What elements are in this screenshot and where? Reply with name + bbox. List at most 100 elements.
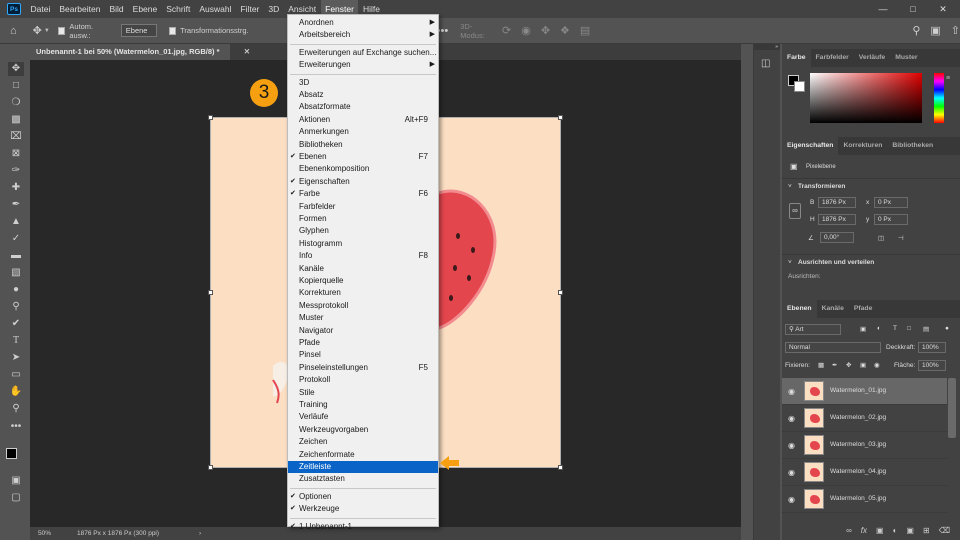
lock-artboard-icon[interactable]: ▣	[860, 361, 866, 369]
transform-handle[interactable]	[558, 465, 563, 470]
opacity-field[interactable]: 100%	[918, 342, 946, 353]
menu-item-farbe[interactable]: ✔ Farbe F6	[288, 188, 438, 200]
frame-tool-icon[interactable]: ⊠	[8, 147, 24, 161]
3d-slide-icon[interactable]: ❖	[560, 24, 570, 37]
menu-item-zusatztasten[interactable]: Zusatztasten	[288, 473, 438, 485]
3d-scale-icon[interactable]: ▤	[580, 24, 590, 37]
minimize-icon[interactable]: —	[868, 0, 898, 18]
filter-type-icon[interactable]: T	[893, 325, 897, 332]
new-group-icon[interactable]: ▣	[906, 526, 914, 535]
object-select-tool-icon[interactable]: ▩	[8, 113, 24, 127]
transform-controls-checkbox[interactable]	[168, 26, 177, 35]
menu-filter[interactable]: Filter	[236, 0, 264, 18]
fill-field[interactable]: 100%	[918, 360, 946, 371]
menu-item-muster[interactable]: Muster	[288, 312, 438, 324]
3d-roll-icon[interactable]: ◉	[521, 24, 531, 37]
history-brush-tool-icon[interactable]: ✓	[8, 232, 24, 246]
brush-tool-icon[interactable]: ✒	[8, 198, 24, 212]
menu-item-werkzeugvorgaben[interactable]: Werkzeugvorgaben	[288, 424, 438, 436]
angle-field[interactable]: 0,00°	[820, 232, 854, 243]
eye-icon[interactable]: ◉	[788, 468, 795, 477]
transform-handle[interactable]	[208, 465, 213, 470]
close-tab-icon[interactable]: ✕	[244, 44, 250, 60]
flip-vertical-icon[interactable]: ⊣	[898, 234, 904, 242]
menu-item-histogramm[interactable]: Histogramm	[288, 238, 438, 250]
menu-item-zeichenformate[interactable]: Zeichenformate	[288, 449, 438, 461]
marquee-tool-icon[interactable]: □	[8, 79, 24, 93]
eye-icon[interactable]: ◉	[788, 387, 795, 396]
transform-handle[interactable]	[208, 290, 213, 295]
menu-item-optionen[interactable]: ✔ Optionen	[288, 491, 438, 503]
transform-handle[interactable]	[558, 290, 563, 295]
rectangle-tool-icon[interactable]: ▭	[8, 368, 24, 382]
menu-item-protokoll[interactable]: Protokoll	[288, 374, 438, 386]
menu-item-bibliotheken[interactable]: Bibliotheken	[288, 139, 438, 151]
menu-item-korrekturen[interactable]: Korrekturen	[288, 287, 438, 299]
menu-item-stile[interactable]: Stile	[288, 387, 438, 399]
fx-icon[interactable]: fx	[861, 526, 867, 535]
menu-item-zeichen[interactable]: Zeichen	[288, 436, 438, 448]
foreground-color-swatch[interactable]	[6, 448, 17, 459]
close-icon[interactable]: ✕	[928, 0, 958, 18]
menu-item-info[interactable]: Info F8	[288, 250, 438, 262]
menu-item-anmerkungen[interactable]: Anmerkungen	[288, 126, 438, 138]
history-panel-icon[interactable]: ◫	[761, 58, 770, 69]
edit-toolbar-icon[interactable]: •••	[8, 420, 24, 434]
menu-bild[interactable]: Bild	[105, 0, 128, 18]
panel-menu-icon[interactable]: ≡	[946, 75, 950, 82]
lock-all-icon[interactable]: ◉	[874, 361, 880, 369]
menu-item-absatzformate[interactable]: Absatzformate	[288, 101, 438, 113]
layer-filter-dropdown[interactable]: ⚲ Art	[785, 324, 841, 335]
menu-item-ebenenkomposition[interactable]: Ebenenkomposition	[288, 163, 438, 175]
add-mask-icon[interactable]: ▣	[876, 526, 884, 535]
menu-item-absatz[interactable]: Absatz	[288, 89, 438, 101]
healing-brush-tool-icon[interactable]: ✚	[8, 181, 24, 195]
menu-item-3d[interactable]: 3D	[288, 77, 438, 89]
chevron-down-icon[interactable]: ˅	[788, 259, 792, 266]
maximize-icon[interactable]: □	[898, 0, 928, 18]
gradient-tool-icon[interactable]: ▧	[8, 266, 24, 280]
menu-datei[interactable]: Datei	[26, 0, 55, 18]
hand-tool-icon[interactable]: ✋	[8, 385, 24, 399]
layers-scrollbar[interactable]	[948, 378, 956, 438]
background-color-chip[interactable]	[794, 81, 805, 92]
menu-item-ebenen[interactable]: ✔ Ebenen F7	[288, 151, 438, 163]
tab-korrekturen[interactable]: Korrekturen	[838, 137, 887, 155]
adjustment-layer-icon[interactable]: ◐	[893, 526, 898, 535]
share-icon[interactable]: ⇧	[951, 24, 960, 37]
screen-mode-icon[interactable]: ▢	[8, 491, 24, 505]
layer-row[interactable]: ◉ Watermelon_03.jpg	[782, 432, 947, 459]
3d-orbit-icon[interactable]: ⟳	[502, 24, 511, 37]
menu-item-verläufe[interactable]: Verläufe	[288, 411, 438, 423]
menu-item-pfade[interactable]: Pfade	[288, 337, 438, 349]
zoom-level[interactable]: 50%	[38, 530, 51, 537]
workspace-icon[interactable]: ▣	[930, 24, 940, 37]
blend-mode-dropdown[interactable]: Normal	[785, 342, 881, 353]
clone-stamp-tool-icon[interactable]: ▲	[8, 215, 24, 229]
menu-bearbeiten[interactable]: Bearbeiten	[55, 0, 105, 18]
layer-row[interactable]: ◉ Watermelon_02.jpg	[782, 405, 947, 432]
menu-item-arbeitsbereich[interactable]: Arbeitsbereich ▶	[288, 29, 438, 41]
tab-ebenen[interactable]: Ebenen	[782, 300, 817, 318]
crop-tool-icon[interactable]: ⌧	[8, 130, 24, 144]
zoom-tool-icon[interactable]: ⚲	[8, 402, 24, 416]
chevron-down-icon[interactable]: ▼	[44, 28, 50, 34]
home-icon[interactable]: ⌂	[10, 25, 17, 37]
height-field[interactable]: 1876 Px	[818, 214, 856, 225]
transform-handle[interactable]	[208, 115, 213, 120]
chevron-down-icon[interactable]: ˅	[788, 183, 792, 190]
filter-pixel-icon[interactable]: ▣	[860, 325, 866, 333]
blur-tool-icon[interactable]: ●	[8, 283, 24, 297]
menu-item-zeitleiste[interactable]: Zeitleiste	[288, 461, 438, 474]
menu-item-erweiterungen[interactable]: Erweiterungen ▶	[288, 59, 438, 71]
link-layers-icon[interactable]: ∞	[846, 526, 852, 535]
tab-eigenschaften[interactable]: Eigenschaften	[782, 137, 839, 155]
layer-row[interactable]: ◉ Watermelon_04.jpg	[782, 459, 947, 486]
tab-pfade[interactable]: Pfade	[849, 300, 878, 318]
color-picker-field[interactable]	[810, 73, 922, 123]
eyedropper-tool-icon[interactable]: ✑	[8, 164, 24, 178]
menu-item-kopierquelle[interactable]: Kopierquelle	[288, 275, 438, 287]
filter-toggle-icon[interactable]: ●	[945, 325, 949, 332]
menu-item-pinseleinstellungen[interactable]: Pinseleinstellungen F5	[288, 362, 438, 374]
pen-tool-icon[interactable]: ✔	[8, 317, 24, 331]
